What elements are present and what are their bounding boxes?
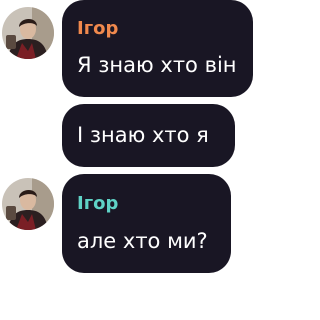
message-bubble[interactable]: Ігор але хто ми? (62, 174, 231, 273)
avatar[interactable] (2, 7, 54, 59)
sender-name[interactable]: Ігор (77, 19, 118, 39)
message-text: І знаю хто я (77, 123, 209, 147)
message-bubble[interactable]: Ігор Я знаю хто він (62, 0, 253, 97)
user-photo-icon (2, 7, 54, 59)
chat-thread: Ігор Я знаю хто він І знаю хто я Ігор ал… (0, 0, 267, 320)
message-bubble[interactable]: І знаю хто я (62, 104, 235, 167)
message-text: Я знаю хто він (77, 53, 237, 77)
message-text: але хто ми? (77, 229, 208, 253)
user-photo-icon (2, 178, 54, 230)
sender-name[interactable]: Ігор (77, 194, 118, 214)
avatar[interactable] (2, 178, 54, 230)
